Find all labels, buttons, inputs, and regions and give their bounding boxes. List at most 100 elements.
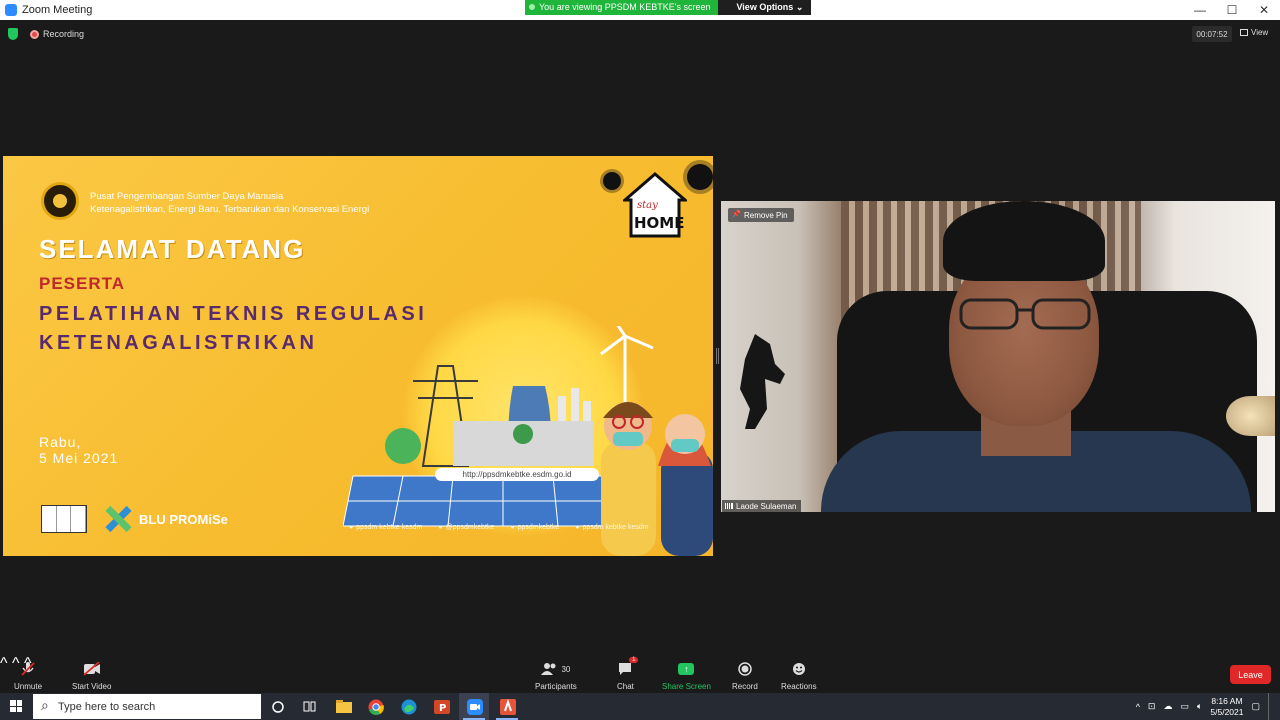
participants-label: Participants	[535, 682, 577, 691]
chat-icon: 1	[617, 657, 639, 678]
recording-dot-icon	[30, 29, 39, 39]
panel-splitter-handle[interactable]	[716, 348, 719, 364]
volume-icon[interactable]: 🔈︎	[1197, 701, 1202, 712]
edge-icon[interactable]	[399, 697, 418, 716]
window-controls: — ☐ ✕	[1184, 0, 1280, 20]
welcome-heading: SELAMAT DATANG	[39, 234, 306, 264]
clock-date: 5/5/2021	[1210, 706, 1244, 717]
social-links: ppsdm kebtke kesdm @ppsdmkebtke ppsdmkeb…	[349, 524, 648, 531]
task-view-icon[interactable]	[300, 697, 319, 716]
view-label: View	[1251, 28, 1269, 37]
shared-screen-slide: http://ppsdmkebtke.esdm.go.id stay HOME …	[3, 156, 713, 556]
peserta-heading: PESERTA	[39, 274, 126, 293]
blu-promise-text: BLU PROMiSe	[139, 511, 228, 527]
blu-promise-mark-icon	[103, 504, 133, 534]
clock-time: 8:16 AM	[1211, 695, 1243, 706]
participant-video[interactable]	[721, 201, 1275, 512]
energy-illustration	[343, 326, 713, 556]
chat-label: Chat	[617, 682, 634, 691]
leave-button[interactable]: Leave	[1230, 665, 1271, 684]
reactions-label: Reactions	[781, 682, 817, 691]
powerpoint-icon[interactable]: P	[432, 697, 451, 716]
windows-taskbar: Type here to search P ^ ⊡ ☁ ▭ 🔈︎ 8:16 AM…	[0, 693, 1280, 720]
course-line-2: KETENAGALISTRIKAN	[39, 332, 318, 354]
record-label: Record	[732, 682, 758, 691]
share-banner: You are viewing PPSDM KEBTKE's screen Vi…	[525, 0, 812, 15]
view-button[interactable]: View	[1240, 28, 1268, 37]
pdf-reader-icon[interactable]	[498, 697, 517, 716]
youtube-handle: ppsdm kebtke kesdm	[575, 524, 648, 531]
file-explorer-icon[interactable]	[334, 697, 353, 716]
recording-label: Recording	[43, 29, 85, 39]
windows-start-icon[interactable]	[10, 700, 22, 712]
meeting-toolbar: Unmute ^ Start Video ^ 30 Participants ^…	[0, 655, 1280, 693]
event-date-value: 5 Mei 2021	[39, 450, 119, 466]
share-screen-button[interactable]: ↑ Share Screen	[662, 660, 711, 691]
reactions-button[interactable]: Reactions	[781, 660, 817, 691]
remove-pin-button[interactable]: Remove Pin	[728, 208, 794, 222]
unmute-label: Unmute	[14, 682, 43, 691]
recording-indicator[interactable]: Recording	[30, 29, 84, 39]
gallery-view-icon	[1240, 29, 1248, 36]
organization-name: Pusat Pengembangan Sumber Daya Manusia K…	[90, 190, 369, 216]
chat-badge: 1	[629, 657, 639, 663]
mic-muted-icon	[20, 660, 36, 678]
org-line-1: Pusat Pengembangan Sumber Daya Manusia	[90, 191, 284, 202]
home-text: HOME	[634, 214, 684, 232]
zoom-taskbar-icon[interactable]	[465, 697, 484, 716]
taskbar-search-box[interactable]: Type here to search	[33, 694, 261, 719]
participant-name: Laode Sulaeman	[722, 500, 801, 512]
facebook-handle: ppsdm kebtke kesdm	[349, 524, 422, 531]
person-hair	[943, 201, 1105, 281]
battery-icon[interactable]: ▭	[1180, 701, 1189, 712]
record-button[interactable]: Record	[732, 660, 758, 691]
start-video-button[interactable]: Start Video	[72, 660, 111, 691]
chrome-icon[interactable]	[366, 697, 385, 716]
security-shield-icon[interactable]	[8, 28, 18, 40]
video-off-icon	[83, 660, 101, 678]
iso-certification-logo	[41, 505, 87, 533]
viewing-screen-label: You are viewing PPSDM KEBTKE's screen	[525, 0, 719, 15]
svg-text:P: P	[439, 703, 446, 714]
stay-text: stay	[637, 200, 658, 211]
window-title: Zoom Meeting	[22, 4, 93, 16]
record-icon	[738, 660, 752, 678]
show-hidden-icons-chevron-icon[interactable]: ^	[1136, 702, 1140, 712]
onedrive-icon[interactable]: ☁	[1163, 701, 1172, 712]
course-title: PELATIHAN TEKNIS REGULASI KETENAGALISTRI…	[39, 300, 427, 358]
org-line-2: Ketenagalistrikan, Energi Baru, Terbaruk…	[90, 204, 370, 215]
course-line-1: PELATIHAN TEKNIS REGULASI	[39, 303, 428, 325]
twitter-handle: @ppsdmkebtke	[438, 524, 495, 531]
cortana-icon[interactable]	[268, 697, 287, 716]
participants-button[interactable]: 30 Participants	[535, 660, 577, 691]
horse-statue	[740, 334, 785, 429]
stay-home-badge: stay HOME	[623, 172, 687, 238]
lamp	[1226, 396, 1275, 436]
network-icon[interactable]: ⊡	[1148, 701, 1156, 712]
reactions-icon	[792, 660, 806, 678]
virus-icon	[603, 172, 621, 190]
event-date: Rabu, 5 Mei 2021	[39, 434, 118, 466]
maximize-button[interactable]: ☐	[1216, 0, 1248, 20]
unmute-button[interactable]: Unmute	[14, 660, 42, 691]
participants-count: 30	[561, 664, 571, 674]
blu-promise-logo: BLU PROMiSe	[103, 504, 228, 534]
share-screen-label: Share Screen	[662, 682, 711, 691]
esdm-logo	[41, 182, 79, 220]
view-options-button[interactable]: View Options ⌄	[718, 0, 812, 15]
footer-logos: BLU PROMiSe	[41, 504, 228, 534]
website-url: http://ppsdmkebtke.esdm.go.id	[435, 468, 599, 481]
close-button[interactable]: ✕	[1248, 0, 1280, 20]
start-video-label: Start Video	[72, 682, 112, 691]
meeting-topbar: Recording 00:07:52 View	[0, 20, 1280, 48]
system-tray: ^ ⊡ ☁ ▭ 🔈︎ 8:16 AM 5/5/2021 ▢	[1136, 693, 1280, 720]
audio-options-chevron-icon[interactable]: ^	[0, 655, 8, 672]
virus-icon	[687, 164, 713, 190]
show-desktop-button[interactable]	[1268, 693, 1272, 720]
minimize-button[interactable]: —	[1184, 0, 1216, 20]
chat-button[interactable]: 1 Chat	[617, 657, 639, 691]
instagram-handle: ppsdmkebtke	[510, 524, 560, 531]
notifications-icon[interactable]: ▢	[1251, 701, 1260, 712]
glasses	[959, 298, 1091, 330]
taskbar-clock[interactable]: 8:16 AM 5/5/2021	[1210, 696, 1243, 718]
